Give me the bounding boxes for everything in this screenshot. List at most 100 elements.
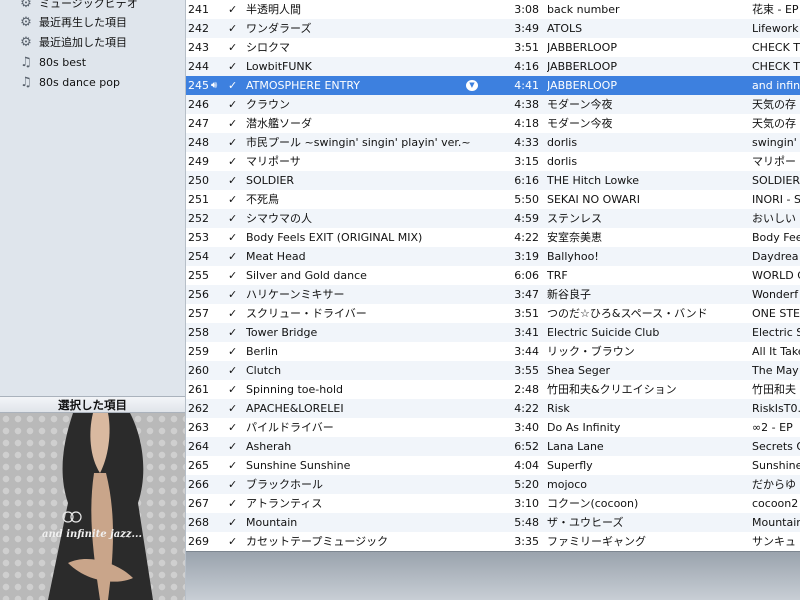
track-artist: ザ・ユウヒーズ [547, 516, 624, 529]
track-artist: JABBERLOOP [547, 79, 617, 92]
track-album: Wonderf [752, 288, 799, 301]
table-row[interactable]: 248 ✓ 市民プール ~swingin' singin' playin' ver.… [186, 133, 800, 152]
track-checkbox[interactable]: ✓ [228, 76, 238, 95]
table-row[interactable]: 264 ✓ Asherah 6:52 Lana Lane Secrets O [186, 437, 800, 456]
sidebar-item-recently-added[interactable]: ⚙ 最近追加した項目 [0, 33, 185, 53]
track-checkbox[interactable]: ✓ [228, 342, 238, 361]
track-checkbox[interactable]: ✓ [228, 475, 238, 494]
chevron-down-icon[interactable]: ▼ [466, 80, 478, 91]
track-album: swingin' [752, 136, 797, 149]
sidebar-item-label: 80s best [39, 56, 87, 69]
track-checkbox[interactable]: ✓ [228, 19, 238, 38]
track-checkbox[interactable]: ✓ [228, 437, 238, 456]
table-row-selected[interactable]: 245 ✓ ATMOSPHERE ENTRY 4:41 JABBERLOOP and in… [186, 76, 800, 95]
table-row[interactable]: 265 ✓ Sunshine Sunshine 4:04 Superfly Sunshin… [186, 456, 800, 475]
track-number: 263 [188, 421, 209, 434]
track-checkbox[interactable]: ✓ [228, 228, 238, 247]
track-checkbox[interactable]: ✓ [228, 95, 238, 114]
track-checkbox[interactable]: ✓ [228, 456, 238, 475]
track-checkbox[interactable]: ✓ [228, 57, 238, 76]
track-time: 6:16 [514, 174, 539, 187]
track-checkbox[interactable]: ✓ [228, 247, 238, 266]
track-album: All It Take [752, 345, 800, 358]
track-checkbox[interactable]: ✓ [228, 323, 238, 342]
table-row[interactable]: 247 ✓ 潜水艦ソーダ 4:18 モダーン今夜 天気の存 [186, 114, 800, 133]
table-row[interactable]: 269 ✓ カセットテープミュージック 3:35 ファミリーギャング サンキュ [186, 532, 800, 551]
table-row[interactable]: 261 ✓ Spinning toe-hold 2:48 竹田和夫&クリエイション 竹田和… [186, 380, 800, 399]
track-time: 3:40 [514, 421, 539, 434]
table-row[interactable]: 242 ✓ ワンダラーズ 3:49 ATOLS Lifework [186, 19, 800, 38]
table-row[interactable]: 244 ✓ LowbitFUNK 4:16 JABBERLOOP CHECK TH [186, 57, 800, 76]
table-row[interactable]: 256 ✓ ハリケーンミキサー 3:47 新谷良子 Wonderf [186, 285, 800, 304]
track-name: 市民プール ~swingin' singin' playin' ver.~ [246, 136, 471, 149]
table-row[interactable]: 268 ✓ Mountain 5:48 ザ・ユウヒーズ Mountain [186, 513, 800, 532]
track-artist: ファミリーギャング [547, 535, 646, 548]
track-checkbox[interactable]: ✓ [228, 209, 238, 228]
track-checkbox[interactable]: ✓ [228, 0, 238, 19]
sidebar-item-80s-best[interactable]: ♫ 80s best [0, 53, 185, 73]
track-checkbox[interactable]: ✓ [228, 361, 238, 380]
track-checkbox[interactable]: ✓ [228, 494, 238, 513]
track-number: 256 [188, 288, 209, 301]
track-time: 3:51 [514, 307, 539, 320]
track-checkbox[interactable]: ✓ [228, 114, 238, 133]
track-album: おいしい [752, 212, 796, 225]
track-checkbox[interactable]: ✓ [228, 38, 238, 57]
table-row[interactable]: 246 ✓ クラウン 4:38 モダーン今夜 天気の存 [186, 95, 800, 114]
track-checkbox[interactable]: ✓ [228, 285, 238, 304]
track-album: ONE STEP [752, 307, 800, 320]
track-number: 265 [188, 459, 209, 472]
sidebar-item-music-videos[interactable]: ⚙ ミュージックビデオ [0, 0, 185, 13]
table-row[interactable]: 243 ✓ シロクマ 3:51 JABBERLOOP CHECK TH [186, 38, 800, 57]
track-number: 244 [188, 60, 209, 73]
track-list[interactable]: 241 ✓ 半透明人間 3:08 back number 花束 - EP 242 ✓ ワンダラー… [186, 0, 800, 551]
table-row[interactable]: 241 ✓ 半透明人間 3:08 back number 花束 - EP [186, 0, 800, 19]
sidebar-item-80s-dance-pop[interactable]: ♫ 80s dance pop [0, 73, 185, 93]
track-name: Sunshine Sunshine [246, 459, 351, 472]
track-name: Spinning toe-hold [246, 383, 343, 396]
table-row[interactable]: 260 ✓ Clutch 3:55 Shea Seger The May S [186, 361, 800, 380]
table-row[interactable]: 252 ✓ シマウマの人 4:59 ステンレス おいしい [186, 209, 800, 228]
track-number: 266 [188, 478, 209, 491]
table-row[interactable]: 267 ✓ アトランティス 3:10 コクーン(cocoon) cocoon2 [186, 494, 800, 513]
table-row[interactable]: 262 ✓ APACHE&LORELEI 4:22 Risk RiskIsT0.5 [186, 399, 800, 418]
table-row[interactable]: 250 ✓ SOLDIER 6:16 THE Hitch Lowke SOLDIER [186, 171, 800, 190]
track-checkbox[interactable]: ✓ [228, 152, 238, 171]
track-checkbox[interactable]: ✓ [228, 190, 238, 209]
table-row[interactable]: 257 ✓ スクリュー・ドライバー 3:51 つのだ☆ひろ&スペース・バンド ONE ST… [186, 304, 800, 323]
track-album: Body Fee [752, 231, 800, 244]
track-time: 3:19 [514, 250, 539, 263]
track-checkbox[interactable]: ✓ [228, 266, 238, 285]
track-checkbox[interactable]: ✓ [228, 133, 238, 152]
table-row[interactable]: 255 ✓ Silver and Gold dance 6:06 TRF WORLD G [186, 266, 800, 285]
sidebar: ⚙ ミュージックビデオ ⚙ 最近再生した項目 ⚙ 最近追加した項目 ♫ 80s … [0, 0, 186, 600]
track-artist: back number [547, 3, 620, 16]
table-row[interactable]: 258 ✓ Tower Bridge 3:41 Electric Suicide Clu… [186, 323, 800, 342]
track-time: 3:15 [514, 155, 539, 168]
table-row[interactable]: 263 ✓ パイルドライバー 3:40 Do As Infinity ∞2 - EP [186, 418, 800, 437]
track-time: 3:51 [514, 41, 539, 54]
track-checkbox[interactable]: ✓ [228, 304, 238, 323]
track-time: 4:16 [514, 60, 539, 73]
table-row[interactable]: 254 ✓ Meat Head 3:19 Ballyhoo! Daydrea [186, 247, 800, 266]
track-checkbox[interactable]: ✓ [228, 171, 238, 190]
sidebar-item-recently-played[interactable]: ⚙ 最近再生した項目 [0, 13, 185, 33]
track-checkbox[interactable]: ✓ [228, 513, 238, 532]
track-checkbox[interactable]: ✓ [228, 418, 238, 437]
track-artist: 安室奈美恵 [547, 231, 602, 244]
track-number: 260 [188, 364, 209, 377]
track-number: 264 [188, 440, 209, 453]
artwork-panel-title: 選択した項目 [0, 396, 185, 413]
table-row[interactable]: 253 ✓ Body Feels EXIT (ORIGINAL MIX) 4:22 安室… [186, 228, 800, 247]
album-artwork[interactable]: and infinite jazz... [0, 413, 185, 600]
track-time: 6:52 [514, 440, 539, 453]
track-checkbox[interactable]: ✓ [228, 399, 238, 418]
table-row[interactable]: 259 ✓ Berlin 3:44 リック・ブラウン All It Take [186, 342, 800, 361]
track-checkbox[interactable]: ✓ [228, 532, 238, 551]
track-checkbox[interactable]: ✓ [228, 380, 238, 399]
table-row[interactable]: 249 ✓ マリポーサ 3:15 dorlis マリポー [186, 152, 800, 171]
track-number: 249 [188, 155, 209, 168]
table-row[interactable]: 251 ✓ 不死鳥 5:50 SEKAI NO OWARI INORI - Si [186, 190, 800, 209]
artwork-text: and infinite jazz... [42, 529, 142, 540]
table-row[interactable]: 266 ✓ ブラックホール 5:20 mojoco だからゆ [186, 475, 800, 494]
